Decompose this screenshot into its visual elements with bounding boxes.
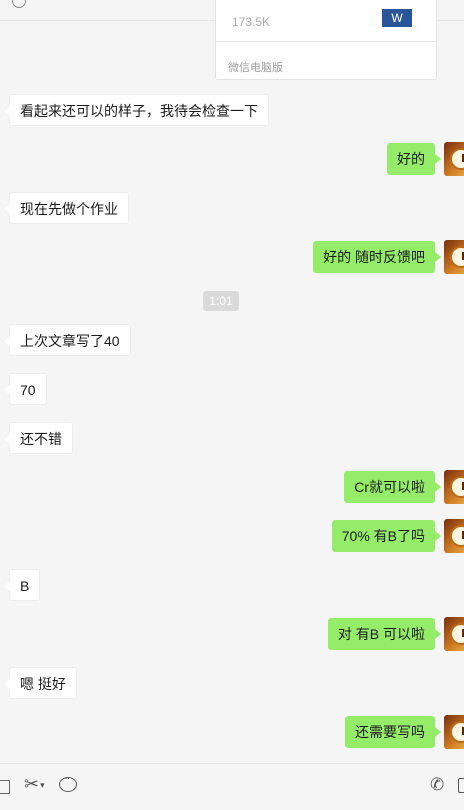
scissors-icon[interactable]: ✂▾ [24, 775, 45, 794]
file-size: 173.5K [232, 15, 271, 29]
video-icon[interactable] [458, 778, 464, 793]
message-bubble-left[interactable]: 70 [4, 373, 47, 405]
message-bubble-right[interactable]: 好的 随时反馈吧 [313, 241, 441, 273]
time-separator: 1:01 [203, 291, 239, 311]
message-bubble-right[interactable]: 好的 [387, 143, 441, 175]
input-toolbar: ✂▾ ✆ [0, 763, 464, 810]
message-bubble-right[interactable]: Cr就可以啦 [344, 471, 441, 503]
message-bubble-right[interactable]: 对 有B 可以啦 [327, 618, 442, 650]
folder-icon[interactable] [0, 780, 10, 794]
clock-icon [450, 246, 464, 268]
message-bubble-right[interactable]: 还需要写吗 [345, 716, 441, 748]
avatar[interactable] [444, 240, 464, 274]
clock-icon [450, 721, 464, 743]
avatar[interactable] [444, 519, 464, 553]
avatar[interactable] [444, 617, 464, 651]
message-bubble-left[interactable]: 还不错 [4, 422, 73, 454]
file-source-label: 微信电脑版 [228, 62, 283, 74]
clock-icon [450, 476, 464, 498]
message-bubble-left[interactable]: 嗯 挺好 [4, 667, 77, 699]
card-divider [216, 41, 436, 42]
clock-icon [450, 525, 464, 547]
message-bubble-left[interactable]: B [3, 569, 41, 601]
message-bubble-right[interactable]: 70% 有B了吗 [331, 520, 442, 552]
chat-history-icon[interactable] [59, 773, 77, 792]
partial-icon [12, 0, 26, 8]
avatar[interactable] [444, 470, 464, 504]
avatar[interactable] [444, 142, 464, 176]
avatar[interactable] [444, 715, 464, 749]
message-bubble-left[interactable]: 看起来还可以的样子，我待会检查一下 [4, 94, 269, 126]
message-bubble-left[interactable]: 现在先做个作业 [4, 192, 129, 224]
clock-icon [450, 623, 464, 645]
word-file-icon: W [382, 9, 412, 27]
phone-icon[interactable]: ✆ [430, 776, 444, 793]
message-bubble-left[interactable]: 上次文章写了40 [4, 324, 131, 356]
file-message-card[interactable]: 173.5K W 微信电脑版 [215, 0, 437, 80]
chevron-down-icon[interactable]: ▾ [40, 780, 45, 790]
clock-icon [450, 148, 464, 170]
